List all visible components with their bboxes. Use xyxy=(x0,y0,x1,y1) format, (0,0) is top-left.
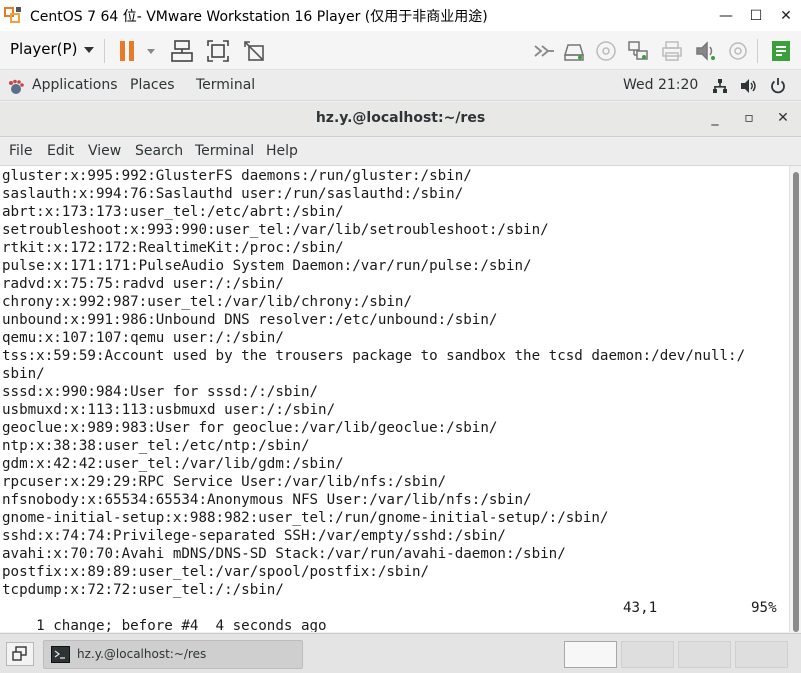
show-desktop-button[interactable] xyxy=(6,642,34,666)
terminal-line: rtkit:x:172:172:RealtimeKit:/proc:/sbin/ xyxy=(2,240,344,256)
applications-menu[interactable]: Applications xyxy=(32,77,118,93)
terminal-line: geoclue:x:989:983:User for geoclue:/var/… xyxy=(2,420,498,436)
volume-icon[interactable] xyxy=(740,78,758,94)
terminal-line: rpcuser:x:29:29:RPC Service User:/var/li… xyxy=(2,474,447,490)
menu-help[interactable]: Help xyxy=(266,143,298,159)
terminal-line: ntp:x:38:38:user_tel:/etc/ntp:/sbin/ xyxy=(2,438,310,454)
status-message: 1 change; before #4 4 seconds ago xyxy=(36,618,327,632)
cursor-position: 43,1 xyxy=(623,600,658,616)
scrollbar-thumb[interactable] xyxy=(793,172,799,632)
power-icon[interactable] xyxy=(770,77,786,94)
vm-maximize-button[interactable]: ☐ xyxy=(741,0,771,31)
terminal-icon xyxy=(51,646,70,663)
terminal-line: gnome-initial-setup:x:988:982:user_tel:/… xyxy=(2,510,609,526)
workspace-2[interactable] xyxy=(621,641,674,668)
vim-status-line: 1 change; before #4 4 seconds ago 43,1 9… xyxy=(2,599,789,632)
workspace-4[interactable] xyxy=(735,641,788,668)
terminal-line: gdm:x:42:42:user_tel:/var/lib/gdm:/sbin/ xyxy=(2,456,344,472)
terminal-line: abrt:x:173:173:user_tel:/etc/abrt:/sbin/ xyxy=(2,204,344,220)
taskbar-window-label: hz.y.@localhost:~/res xyxy=(77,647,207,661)
scroll-percent: 95% xyxy=(751,600,777,616)
terminal-line: sssd:x:990:984:User for sssd:/:/sbin/ xyxy=(2,384,319,400)
vmware-window-title: CentOS 7 64 位- VMware Workstation 16 Pla… xyxy=(30,8,488,25)
terminal-window-title: hz.y.@localhost:~/res xyxy=(315,110,486,126)
gnome-top-bar: Applications Places Terminal Wed 21:20 xyxy=(0,71,801,101)
menu-terminal[interactable]: Terminal xyxy=(195,143,254,159)
terminal-line: nfsnobody:x:65534:65534:Anonymous NFS Us… xyxy=(2,492,532,508)
terminal-line: saslauth:x:994:76:Saslauthd user:/run/sa… xyxy=(2,186,464,202)
menu-view[interactable]: View xyxy=(88,143,121,159)
player-menu[interactable]: Player(P) xyxy=(10,40,77,58)
vmware-titlebar: CentOS 7 64 位- VMware Workstation 16 Pla… xyxy=(0,0,801,31)
bottom-taskbar: hz.y.@localhost:~/res xyxy=(0,633,801,673)
terminal-line: chrony:x:992:987:user_tel:/var/lib/chron… xyxy=(2,294,412,310)
close-icon: ✕ xyxy=(777,110,789,126)
terminal-output[interactable]: gluster:x:995:992:GlusterFS daemons:/run… xyxy=(0,166,789,632)
terminal-line: avahi:x:70:70:Avahi mDNS/DNS-SD Stack:/v… xyxy=(2,546,566,562)
usb-icon[interactable] xyxy=(726,39,750,63)
terminal-scrollbar[interactable] xyxy=(789,166,801,632)
forward-icon[interactable] xyxy=(532,39,556,63)
terminal-app-menu[interactable]: Terminal xyxy=(196,77,255,93)
toolbar-divider xyxy=(104,39,105,63)
maximize-icon: ☐ xyxy=(749,7,763,24)
printer-icon[interactable] xyxy=(660,39,684,63)
hard-disk-icon[interactable] xyxy=(562,39,586,63)
unity-icon[interactable] xyxy=(242,39,266,63)
terminal-line: tcpdump:x:72:72:user_tel:/:/sbin/ xyxy=(2,582,284,598)
clock[interactable]: Wed 21:20 xyxy=(623,77,698,93)
send-ctrl-alt-del-icon[interactable] xyxy=(170,39,194,63)
terminal-line: tss:x:59:59:Account used by the trousers… xyxy=(2,348,746,364)
vm-minimize-button[interactable]: — xyxy=(711,0,741,31)
gnome-foot-icon xyxy=(8,79,24,95)
toolbar-divider xyxy=(757,39,758,63)
player-menu-caret-icon[interactable] xyxy=(84,47,94,53)
terminal-line: sbin/ xyxy=(2,366,45,382)
network-icon[interactable] xyxy=(626,39,650,63)
sound-icon[interactable] xyxy=(694,39,718,63)
vm-close-button[interactable]: ✕ xyxy=(771,0,801,31)
terminal-line: qemu:x:107:107:qemu user:/:/sbin/ xyxy=(2,330,284,346)
terminal-menubar: File Edit View Search Terminal Help xyxy=(0,138,801,166)
terminal-headerbar: hz.y.@localhost:~/res _ ▫ ✕ xyxy=(0,102,801,137)
terminal-maximize-button[interactable]: ▫ xyxy=(739,110,759,130)
terminal-line: radvd:x:75:75:radvd user:/:/sbin/ xyxy=(2,276,284,292)
menu-file[interactable]: File xyxy=(9,143,32,159)
menu-search[interactable]: Search xyxy=(135,143,183,159)
menu-edit[interactable]: Edit xyxy=(47,143,74,159)
terminal-line: gluster:x:995:992:GlusterFS daemons:/run… xyxy=(2,168,472,184)
terminal-minimize-button[interactable]: _ xyxy=(705,110,725,130)
terminal-close-button[interactable]: ✕ xyxy=(773,110,793,130)
places-menu[interactable]: Places xyxy=(130,77,175,93)
vmware-logo-icon xyxy=(4,5,26,27)
terminal-line: pulse:x:171:171:PulseAudio System Daemon… xyxy=(2,258,532,274)
notes-icon[interactable] xyxy=(769,39,793,63)
vmware-toolbar: Player(P) xyxy=(0,31,801,70)
terminal-line: unbound:x:991:986:Unbound DNS resolver:/… xyxy=(2,312,498,328)
cd-icon[interactable] xyxy=(594,39,618,63)
workspace-1[interactable] xyxy=(564,641,617,668)
terminal-line: postfix:x:89:89:user_tel:/var/spool/post… xyxy=(2,564,430,580)
pause-icon[interactable] xyxy=(116,39,140,63)
terminal-line: setroubleshoot:x:993:990:user_tel:/var/l… xyxy=(2,222,549,238)
minimize-icon: _ xyxy=(711,110,719,126)
pause-dropdown-icon[interactable] xyxy=(144,39,158,63)
taskbar-terminal-window[interactable]: hz.y.@localhost:~/res xyxy=(43,640,303,669)
close-icon: ✕ xyxy=(780,7,792,24)
workspace-3[interactable] xyxy=(678,641,731,668)
network-status-icon[interactable] xyxy=(712,78,728,94)
maximize-icon: ▫ xyxy=(744,110,754,126)
terminal-line: sshd:x:74:74:Privilege-separated SSH:/va… xyxy=(2,528,506,544)
fullscreen-icon[interactable] xyxy=(206,39,230,63)
terminal-line: usbmuxd:x:113:113:usbmuxd user:/:/sbin/ xyxy=(2,402,336,418)
terminal-lines: gluster:x:995:992:GlusterFS daemons:/run… xyxy=(2,167,789,599)
minimize-icon: — xyxy=(719,7,733,24)
